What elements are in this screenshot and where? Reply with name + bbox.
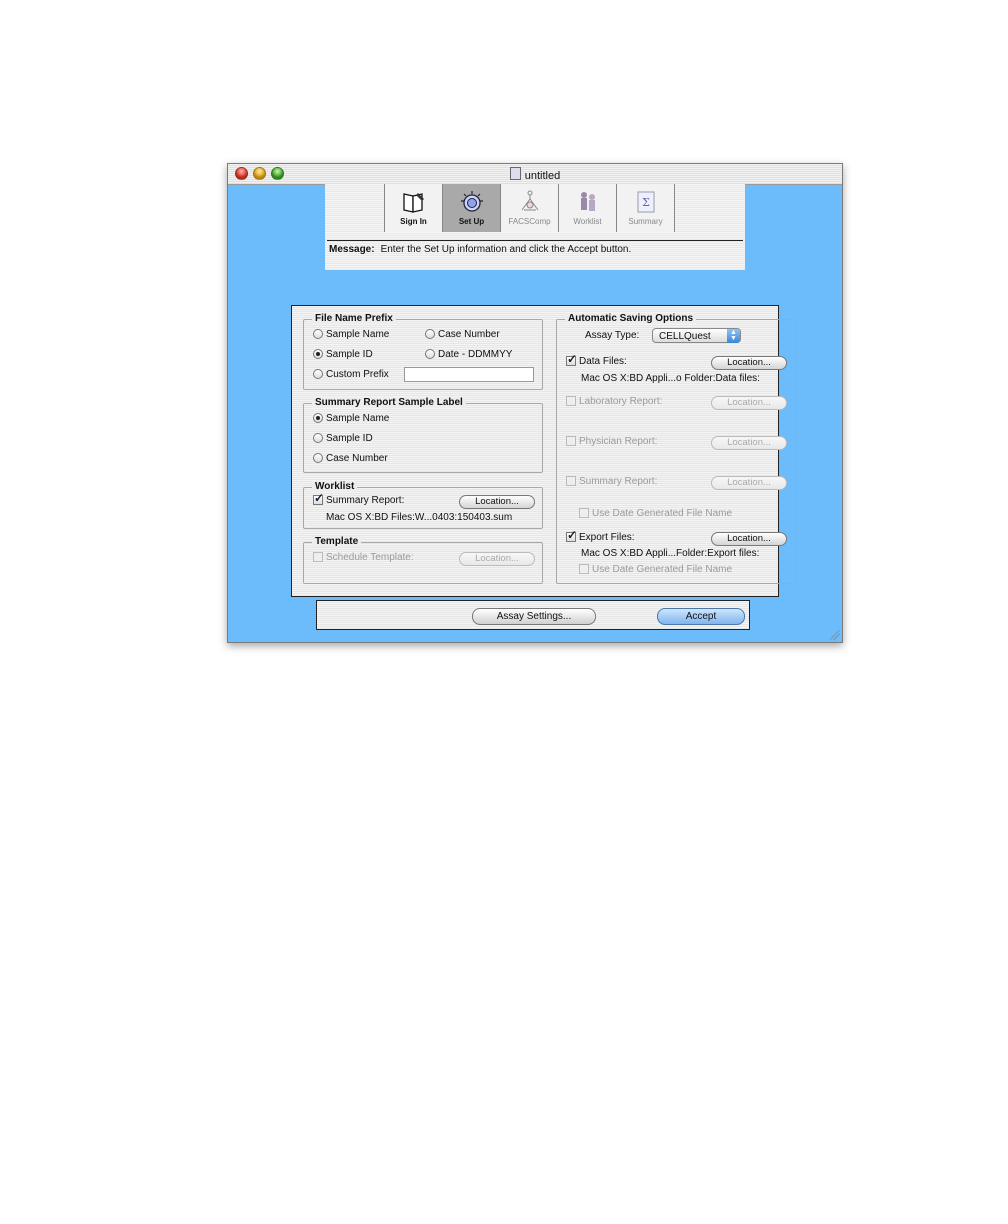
tab-summary[interactable]: Σ Summary <box>617 184 675 232</box>
window-title: untitled <box>228 167 842 182</box>
radio-date[interactable]: Date - DDMMYY <box>425 349 512 360</box>
assay-type-select[interactable]: CELLQuest ▲ ▼ <box>652 328 741 343</box>
worklist-icon <box>581 192 595 211</box>
assay-type-value: CELLQuest <box>659 331 711 342</box>
toolbar: Sign In Set Up FACSComp Worklist Σ Summa… <box>325 184 745 270</box>
message-text: Enter the Set Up information and click t… <box>380 244 632 255</box>
worklist-path: Mac OS X:BD Files:W...0403:150403.sum <box>326 512 513 523</box>
tab-sign-in[interactable]: Sign In <box>385 184 443 232</box>
summary-label-group: Summary Report Sample Label Sample Name … <box>303 397 543 473</box>
custom-prefix-input[interactable] <box>404 367 534 382</box>
assay-settings-button[interactable]: Assay Settings... <box>472 608 596 625</box>
data-files-path: Mac OS X:BD Appli...o Folder:Data files: <box>581 373 760 384</box>
summary-label-title: Summary Report Sample Label <box>312 397 466 408</box>
book-icon <box>403 193 424 213</box>
radio-case-number[interactable]: Case Number <box>425 329 500 340</box>
tab-facscomp[interactable]: FACSComp <box>501 184 559 232</box>
template-location-button[interactable]: Location... <box>459 552 535 566</box>
template-title: Template <box>312 536 362 547</box>
worklist-location-button[interactable]: Location... <box>459 495 535 509</box>
checkbox-physician-report[interactable]: Physician Report: <box>566 436 657 447</box>
radio-sample-id[interactable]: Sample ID <box>313 349 373 360</box>
setup-panel: File Name Prefix Sample Name Case Number… <box>291 305 796 597</box>
lab-report-location-button[interactable]: Location... <box>711 396 787 410</box>
auto-saving-group: Automatic Saving Options Assay Type: CEL… <box>556 313 796 584</box>
svg-text:Σ: Σ <box>642 196 650 209</box>
radio-label-case-number[interactable]: Case Number <box>313 453 388 464</box>
radio-label-sample-name[interactable]: Sample Name <box>313 413 389 424</box>
checkbox-summary-report[interactable]: Summary Report: <box>313 491 404 506</box>
file-name-prefix-title: File Name Prefix <box>312 313 396 324</box>
checkbox-export-files[interactable]: Export Files: <box>566 528 635 543</box>
auto-saving-title: Automatic Saving Options <box>565 313 697 324</box>
message-divider <box>327 240 743 241</box>
bottom-button-bar: Assay Settings... Accept <box>316 600 750 630</box>
checkbox-schedule-template[interactable]: Schedule Template: <box>313 552 414 563</box>
tab-worklist-label: Worklist <box>573 217 602 226</box>
checkbox-summary-report-auto[interactable]: Summary Report: <box>566 476 657 487</box>
title-bar[interactable]: untitled <box>228 164 842 185</box>
window-title-text: untitled <box>524 170 561 182</box>
tab-facscomp-label: FACSComp <box>508 217 551 226</box>
facscomp-icon <box>521 190 539 211</box>
tab-bar: Sign In Set Up FACSComp Worklist Σ Summa… <box>384 184 681 232</box>
checkbox-laboratory-report[interactable]: Laboratory Report: <box>566 396 662 407</box>
resize-grip-icon[interactable] <box>830 630 840 640</box>
radio-sample-name[interactable]: Sample Name <box>313 329 389 340</box>
physician-report-location-button[interactable]: Location... <box>711 436 787 450</box>
document-icon <box>509 167 521 180</box>
worklist-group: Worklist Summary Report: Location... Mac… <box>303 481 543 529</box>
checkbox-data-files[interactable]: Data Files: <box>566 352 627 367</box>
tab-set-up[interactable]: Set Up <box>443 184 501 232</box>
setup-icon <box>461 191 483 212</box>
template-group: Template Schedule Template: Location... <box>303 536 543 584</box>
main-window: untitled Sign In Set Up FACSComp Worklis… <box>227 163 843 643</box>
radio-label-sample-id[interactable]: Sample ID <box>313 433 373 444</box>
file-name-prefix-group: File Name Prefix Sample Name Case Number… <box>303 313 543 390</box>
checkbox-use-date-generated[interactable]: Use Date Generated File Name <box>579 508 732 519</box>
tab-sign-in-label: Sign In <box>400 217 427 226</box>
message-label: Message: <box>329 244 375 255</box>
tab-summary-label: Summary <box>628 217 663 226</box>
export-files-path: Mac OS X:BD Appli...Folder:Export files: <box>581 548 760 559</box>
data-files-location-button[interactable]: Location... <box>711 356 787 370</box>
radio-custom-prefix[interactable]: Custom Prefix <box>313 369 389 380</box>
export-files-location-button[interactable]: Location... <box>711 532 787 546</box>
accept-button[interactable]: Accept <box>657 608 745 625</box>
popup-arrows-icon: ▲ ▼ <box>727 329 740 343</box>
message-area: Message: Enter the Set Up information and… <box>329 244 631 255</box>
checkbox-use-date-generated-export[interactable]: Use Date Generated File Name <box>579 564 732 575</box>
tab-worklist[interactable]: Worklist <box>559 184 617 232</box>
tab-set-up-label: Set Up <box>458 217 485 226</box>
assay-type-label: Assay Type: <box>585 330 640 341</box>
summary-report-location-button[interactable]: Location... <box>711 476 787 490</box>
summary-icon: Σ <box>637 191 655 213</box>
